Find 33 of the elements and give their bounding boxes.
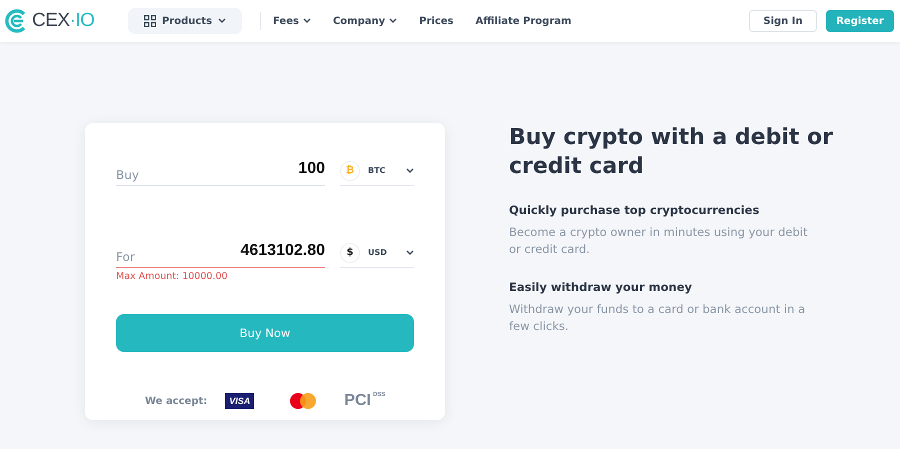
feature-text: Withdraw your funds to a card or bank account in a few clicks. bbox=[509, 301, 806, 335]
brand-name: CEX·IO bbox=[32, 10, 94, 32]
nav-link[interactable]: Company bbox=[332, 16, 398, 26]
feature-heading: Quickly purchase top cryptocurrencies bbox=[509, 203, 760, 217]
grid-icon bbox=[144, 15, 156, 27]
error-message: Max Amount: 10000.00 bbox=[116, 271, 229, 282]
currency-symbol: $ bbox=[340, 242, 360, 262]
caret-icon bbox=[406, 250, 414, 256]
amount-field[interactable]: For 4613102.80 bbox=[116, 238, 325, 268]
mastercard-icon bbox=[290, 393, 316, 409]
field-label: Buy bbox=[116, 168, 139, 182]
sign-in-button[interactable]: Sign In bbox=[749, 10, 817, 32]
currency-symbol: ₿ bbox=[340, 160, 360, 180]
amount-field[interactable]: Buy 100 bbox=[116, 156, 325, 186]
field-label: For bbox=[116, 250, 135, 264]
caret-icon bbox=[389, 18, 398, 24]
visa-logo: VISA bbox=[225, 393, 254, 409]
nav-link[interactable]: Affiliate Program bbox=[476, 16, 572, 26]
amount-value: 4613102.80 bbox=[240, 242, 325, 261]
currency-select[interactable]: ₿ BTC bbox=[340, 156, 414, 186]
caret-icon bbox=[406, 168, 414, 174]
feature-text: Become a crypto owner in minutes using your debit or credit card. bbox=[509, 224, 808, 258]
amount-value: 100 bbox=[298, 160, 325, 179]
caret-icon bbox=[218, 18, 226, 24]
logo-icon bbox=[4, 9, 28, 33]
page-title: Buy crypto with a debit or credit card bbox=[509, 124, 834, 181]
feature-heading: Easily withdraw your money bbox=[509, 280, 694, 294]
accept-label: We accept: bbox=[145, 396, 208, 406]
nav-link[interactable]: Prices bbox=[419, 16, 454, 26]
caret-icon bbox=[302, 18, 311, 24]
products-button[interactable]: Products bbox=[128, 8, 242, 34]
nav-link[interactable]: Fees bbox=[273, 16, 311, 26]
currency-select[interactable]: $ USD bbox=[340, 238, 414, 268]
